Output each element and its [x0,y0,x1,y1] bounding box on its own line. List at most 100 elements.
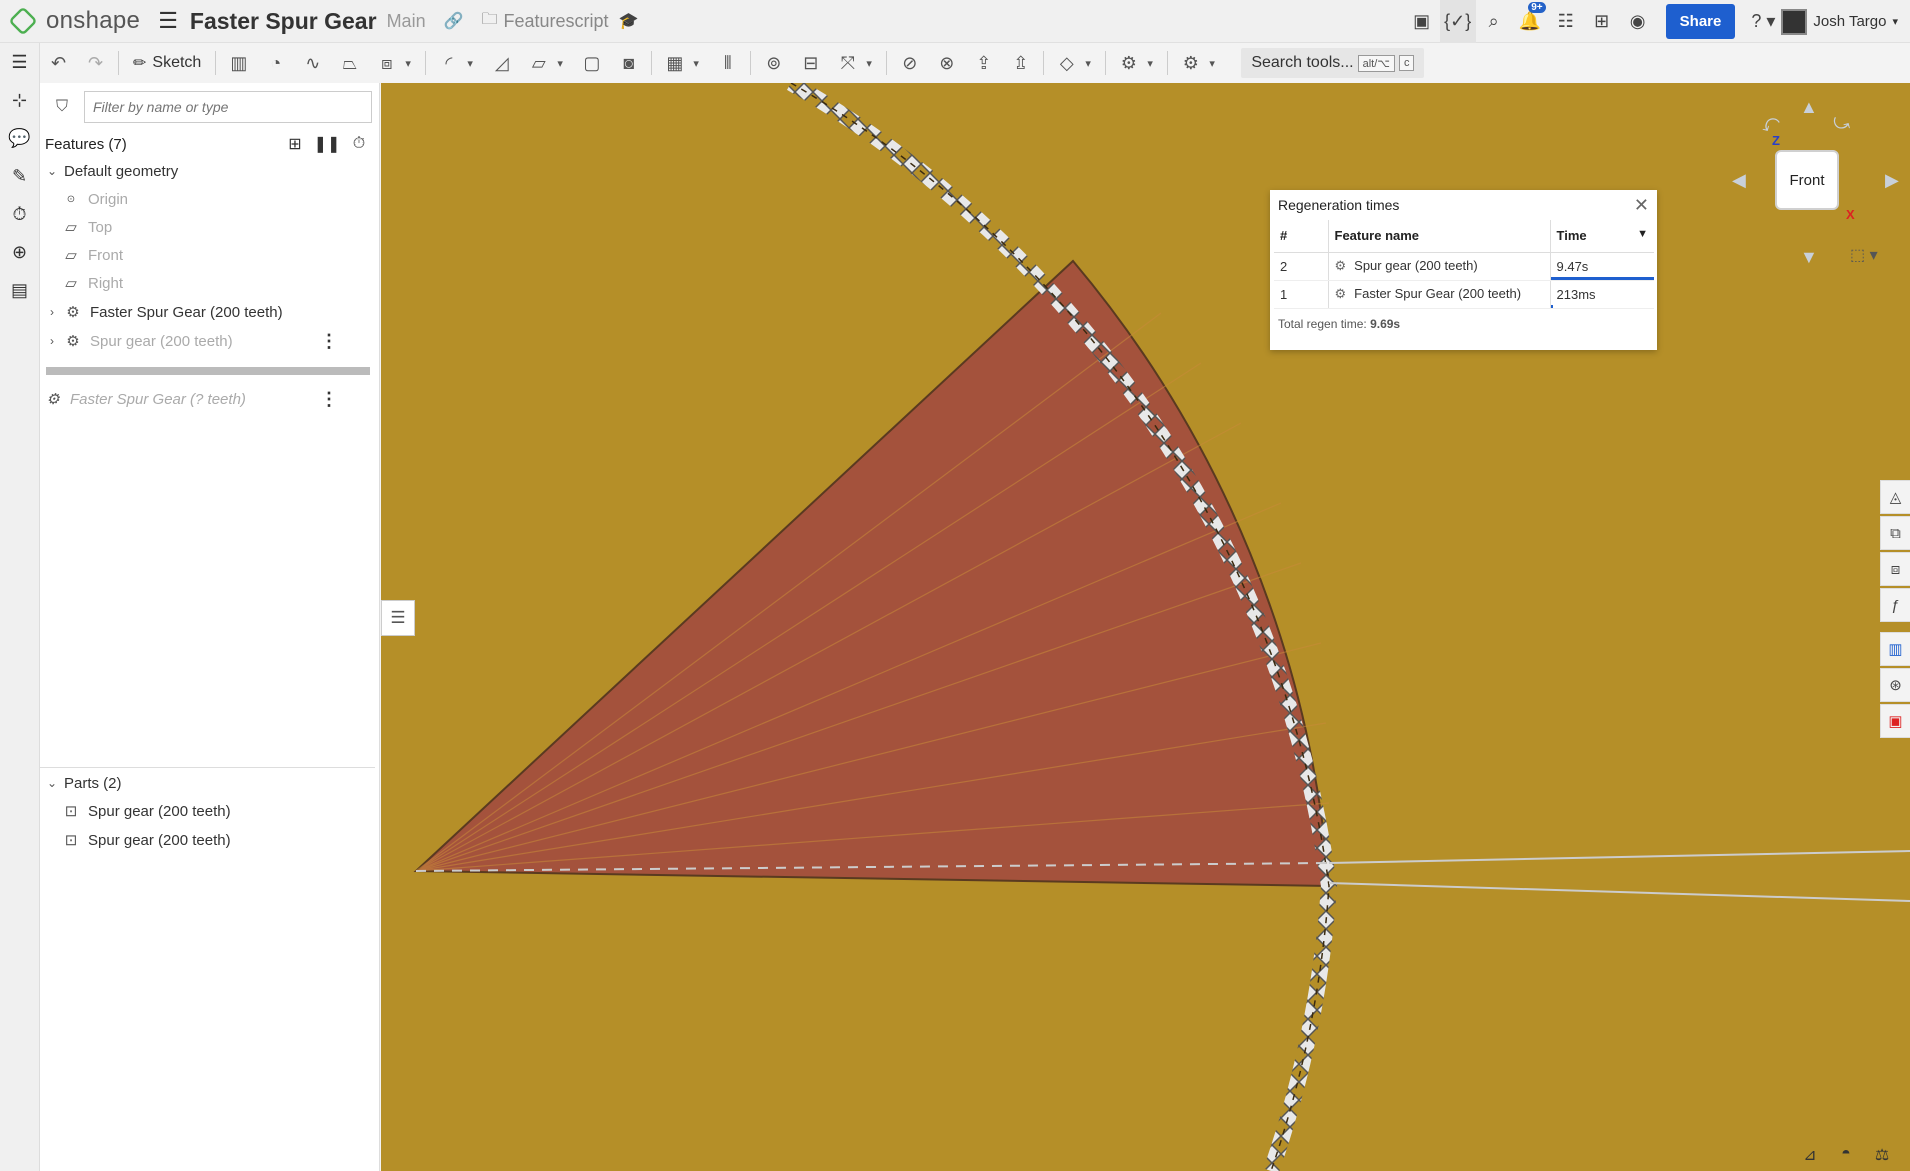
mate-connector-icon[interactable]: ⊛ [1880,668,1910,702]
branch-name[interactable]: Main [387,11,426,32]
chevron-right-icon[interactable]: › [40,305,64,319]
notes-icon[interactable]: ✎ [0,157,39,195]
sort-descending-icon[interactable]: ▼ [1637,228,1648,240]
tree-origin[interactable]: ⊙ Origin [40,185,380,213]
column-header-number[interactable]: # [1274,220,1329,253]
document-book-icon[interactable]: ▥ [1880,632,1910,666]
chevron-down-icon[interactable]: ▾ [557,57,573,70]
chevron-down-icon[interactable]: ▾ [866,57,882,70]
share-button[interactable]: Share [1665,4,1736,39]
variables-icon[interactable]: ▤ [0,271,39,309]
measure-icon[interactable]: ⊿ [1792,1145,1828,1165]
stopwatch-icon[interactable]: ⏱ [343,135,375,153]
featurescript-icon[interactable]: {✓} [1439,0,1476,43]
tree-feature-rolled[interactable]: ⚙ Faster Spur Gear (? teeth) ⋮ [40,385,380,413]
toolbox-icon[interactable]: ▣ [1880,704,1910,738]
chevron-down-icon[interactable]: ▾ [467,57,483,70]
plane-icon[interactable]: ◇ [1048,45,1085,81]
custom-feature-gear-icon[interactable]: ⚙ [1110,45,1147,81]
view-cube[interactable]: ⤺ ▲ ⤻ ◀ ▶ ▼ Z Front X ⬚ ▾ [1720,95,1900,268]
table-row[interactable]: 1 ⚙ Faster Spur Gear (200 teeth) 213ms [1274,280,1654,309]
filter-input[interactable] [84,91,372,123]
mass-properties-icon[interactable]: ⚖ [1864,1145,1900,1165]
transform-icon[interactable]: ⤧ [829,45,866,81]
folder-name[interactable]: Featurescript [504,11,609,32]
delete-face-icon[interactable]: ⊗ [928,45,965,81]
boolean-icon[interactable]: ⊚ [755,45,792,81]
filter-icon[interactable]: ⛉ [40,98,84,116]
rotate-up-arrow-icon[interactable]: ▲ [1800,97,1818,118]
notifications-bell-icon[interactable]: 🔔 9+ [1512,2,1548,32]
delete-part-icon[interactable]: ⊘ [891,45,928,81]
help-icon[interactable]: ? ▾ [1745,11,1781,32]
column-header-time[interactable]: Time ▼ [1550,220,1654,253]
document-list-icon[interactable]: ☷ [1548,11,1584,32]
sketch-button[interactable]: ✏ Sketch [123,53,211,73]
loft-icon[interactable]: ⏢ [331,45,368,81]
search-tools-button[interactable]: Search tools... alt/⌥ c [1241,48,1425,78]
hole-icon[interactable]: ◙ [610,45,647,81]
app-store-icon[interactable]: ⊞ [1584,11,1620,32]
user-thumbnail-icon[interactable]: ▣ [1404,11,1440,32]
tree-plane-right[interactable]: ▱ Right [40,269,380,297]
tree-parts[interactable]: ⌄ Parts (2) [40,769,380,797]
undo-icon[interactable]: ↶ [40,45,77,81]
more-options-icon[interactable]: ⋮ [320,331,338,352]
bom-icon[interactable]: ⧉ [1880,516,1910,550]
more-options-icon[interactable]: ⋮ [320,389,338,410]
configurations-icon[interactable]: ⧈ [1880,552,1910,586]
extrude-icon[interactable]: ▥ [220,45,257,81]
chevron-down-icon[interactable]: ▾ [1147,57,1163,70]
document-title[interactable]: Faster Spur Gear [190,8,377,35]
chevron-down-icon[interactable]: ⌄ [40,776,64,790]
chevron-down-icon[interactable]: ▾ [1209,57,1225,70]
chevron-right-icon[interactable]: › [40,334,64,348]
chevron-down-icon[interactable]: ⌄ [40,164,64,178]
thicken-icon[interactable]: ⧈ [368,45,405,81]
inspect-icon[interactable]: ⊕ [0,233,39,271]
custom-feature-2-icon[interactable]: ⚙ [1172,45,1209,81]
pause-icon[interactable]: ❚❚ [311,134,343,154]
column-header-feature-name[interactable]: Feature name [1328,220,1551,253]
view-mode-cube-icon[interactable]: ⬚ ▾ [1850,245,1878,265]
tree-plane-top[interactable]: ▱ Top [40,213,380,241]
chevron-down-icon[interactable]: ▾ [1085,57,1101,70]
tree-feature-spur-gear[interactable]: › ⚙ Spur gear (200 teeth) ⋮ [40,327,380,355]
menu-icon[interactable]: ☰ [158,8,178,34]
right-arrow-icon[interactable]: ▶ [1885,170,1899,191]
down-arrow-icon[interactable]: ▼ [1800,247,1818,268]
revolve-icon[interactable]: ◔ [257,45,294,81]
appearance-icon[interactable]: ◬ [1880,480,1910,514]
replace-face-icon[interactable]: ⇫ [1002,45,1039,81]
add-folder-icon[interactable]: ⊞ [279,134,311,154]
insert-icon[interactable]: ⊹ [0,81,39,119]
timer-icon[interactable]: ⏱ [0,195,39,233]
close-icon[interactable]: ✕ [1634,195,1649,216]
rotate-right-arrow-icon[interactable]: ⤻ [1828,110,1856,138]
section-view-icon[interactable]: ◓ [1828,1145,1864,1165]
move-face-icon[interactable]: ⇪ [965,45,1002,81]
tree-part[interactable]: ⊡ Spur gear (200 teeth) [40,826,380,854]
mirror-icon[interactable]: ⫴ [709,45,746,81]
onshape-logo[interactable]: onshape [8,6,140,36]
sweep-icon[interactable]: ∿ [294,45,331,81]
link-icon[interactable]: 🔗 [444,11,464,31]
cube-face-front[interactable]: Front [1775,150,1839,210]
user-menu[interactable]: Josh Targo ▾ [1781,8,1898,35]
chevron-down-icon[interactable]: ▾ [693,57,709,70]
pattern-icon[interactable]: ▦ [656,45,693,81]
chamfer-icon[interactable]: ◿ [483,45,520,81]
redo-icon[interactable]: ↷ [77,45,114,81]
learning-center-icon[interactable]: ◉ [1620,11,1656,32]
chevron-down-icon[interactable]: ▾ [405,57,421,70]
comments-icon[interactable]: 💬 [0,119,39,157]
tree-default-geometry[interactable]: ⌄ Default geometry [40,157,380,185]
feature-list-icon[interactable]: ☰ [0,43,39,81]
tree-feature-faster-spur-gear[interactable]: › ⚙ Faster Spur Gear (200 teeth) [40,298,380,326]
tree-part[interactable]: ⊡ Spur gear (200 teeth) [40,797,380,825]
rollback-bar[interactable] [46,367,370,375]
feature-list-toggle-icon[interactable]: ☰ [381,600,415,636]
search-icon[interactable]: ⌕ [1476,11,1512,32]
split-icon[interactable]: ⊟ [792,45,829,81]
tree-plane-front[interactable]: ▱ Front [40,241,380,269]
